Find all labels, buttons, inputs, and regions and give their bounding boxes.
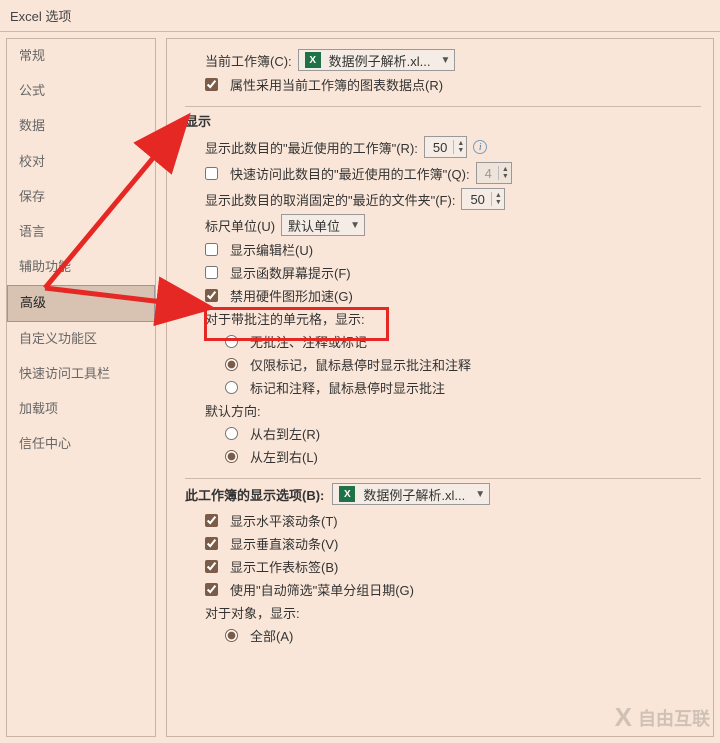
chevron-down-icon: ▼ [441,55,451,66]
sidebar-item-quick-access-toolbar[interactable]: 快速访问工具栏 [7,357,155,392]
options-sidebar: 常规 公式 数据 校对 保存 语言 辅助功能 高级 自定义功能区 快速访问工具栏… [6,38,156,737]
recent-workbooks-spinner[interactable]: 50 ▲▼ [424,136,467,158]
spinner-arrows-icon: ▲▼ [498,166,509,180]
show-editbar-label: 显示编辑栏(U) [230,240,313,259]
objects-head: 对于对象，显示: [205,603,701,622]
spinner-arrows-icon[interactable]: ▲▼ [491,192,502,206]
sidebar-item-general[interactable]: 常规 [7,39,155,74]
sidebar-item-save[interactable]: 保存 [7,180,155,215]
dir-ltr-radio[interactable] [225,450,238,463]
sidebar-item-advanced[interactable]: 高级 [7,285,155,321]
recent-folders-value: 50 [470,192,484,207]
comment-both-radio[interactable] [225,381,238,394]
show-func-tip-label: 显示函数屏幕提示(F) [230,263,351,282]
hscroll-checkbox[interactable] [205,514,218,527]
comments-head: 对于带批注的单元格，显示: [205,309,701,328]
recent-folders-spinner[interactable]: 50 ▲▼ [461,188,504,210]
sidebar-item-customize-ribbon[interactable]: 自定义功能区 [7,322,155,357]
info-icon[interactable]: i [473,140,487,154]
chevron-down-icon: ▼ [475,489,485,500]
default-direction-head: 默认方向: [205,401,701,420]
comment-markonly-radio[interactable] [225,358,238,371]
spinner-arrows-icon[interactable]: ▲▼ [453,140,464,154]
watermark-text: 自由互联 [638,705,710,731]
show-func-tip-checkbox[interactable] [205,266,218,279]
comment-none-radio[interactable] [225,335,238,348]
objects-all-radio[interactable] [225,629,238,642]
autofilter-date-checkbox[interactable] [205,583,218,596]
watermark: X 自由互联 [615,702,710,733]
sheet-tabs-checkbox[interactable] [205,560,218,573]
objects-all-label: 全部(A) [250,626,293,645]
attr-use-current-checkbox[interactable] [205,78,218,91]
disable-hw-accel-label: 禁用硬件图形加速(G) [230,286,353,305]
current-workbook-label: 当前工作簿(C): [205,51,292,70]
attr-use-current-label: 属性采用当前工作簿的图表数据点(R) [230,75,443,94]
excel-file-icon: X [339,486,355,502]
dir-ltr-label: 从左到右(L) [250,447,318,466]
window-title: Excel 选项 [0,0,720,32]
quick-access-recent-spinner: 4 ▲▼ [476,162,512,184]
quick-access-recent-value: 4 [485,166,492,181]
disable-hw-accel-checkbox[interactable] [205,289,218,302]
chevron-down-icon: ▼ [350,220,360,231]
section-workbook-display: 此工作簿的显示选项(B): X 数据例子解析.xl... ▼ [185,478,701,505]
quick-access-recent-label: 快速访问此数目的"最近使用的工作簿"(Q): [230,164,470,183]
watermark-x-icon: X [615,702,632,733]
comment-none-label: 无批注、注释或标记 [250,332,367,351]
autofilter-date-label: 使用"自动筛选"菜单分组日期(G) [230,580,414,599]
sidebar-item-accessibility[interactable]: 辅助功能 [7,250,155,285]
dir-rtl-radio[interactable] [225,427,238,440]
quick-access-recent-checkbox[interactable] [205,167,218,180]
section-workbook-display-label: 此工作簿的显示选项(B): [185,485,324,504]
sidebar-item-formulas[interactable]: 公式 [7,74,155,109]
current-workbook-dropdown[interactable]: X 数据例子解析.xl... ▼ [298,49,456,71]
recent-folders-label: 显示此数目的取消固定的"最近的文件夹"(F): [205,190,455,209]
sidebar-item-language[interactable]: 语言 [7,215,155,250]
section-display: 显示 [185,106,701,130]
vscroll-label: 显示垂直滚动条(V) [230,534,338,553]
sidebar-item-proofing[interactable]: 校对 [7,145,155,180]
comment-markonly-label: 仅限标记，鼠标悬停时显示批注和注释 [250,355,471,374]
recent-workbooks-value: 50 [433,140,447,155]
ruler-units-label: 标尺单位(U) [205,216,275,235]
sidebar-item-addins[interactable]: 加载项 [7,392,155,427]
comment-both-label: 标记和注释，鼠标悬停时显示批注 [250,378,445,397]
sheet-tabs-label: 显示工作表标签(B) [230,557,338,576]
show-editbar-checkbox[interactable] [205,243,218,256]
options-content: 当前工作簿(C): X 数据例子解析.xl... ▼ 属性采用当前工作簿的图表数… [166,38,714,737]
hscroll-label: 显示水平滚动条(T) [230,511,338,530]
sidebar-item-data[interactable]: 数据 [7,109,155,144]
dir-rtl-label: 从右到左(R) [250,424,320,443]
recent-workbooks-label: 显示此数目的"最近使用的工作簿"(R): [205,138,418,157]
excel-file-icon: X [305,52,321,68]
workbook-display-value: 数据例子解析.xl... [363,485,465,504]
current-workbook-value: 数据例子解析.xl... [329,51,431,70]
ruler-units-dropdown[interactable]: 默认单位 ▼ [281,214,365,236]
ruler-units-value: 默认单位 [288,216,340,235]
sidebar-item-trust-center[interactable]: 信任中心 [7,427,155,462]
vscroll-checkbox[interactable] [205,537,218,550]
workbook-display-dropdown[interactable]: X 数据例子解析.xl... ▼ [332,483,490,505]
